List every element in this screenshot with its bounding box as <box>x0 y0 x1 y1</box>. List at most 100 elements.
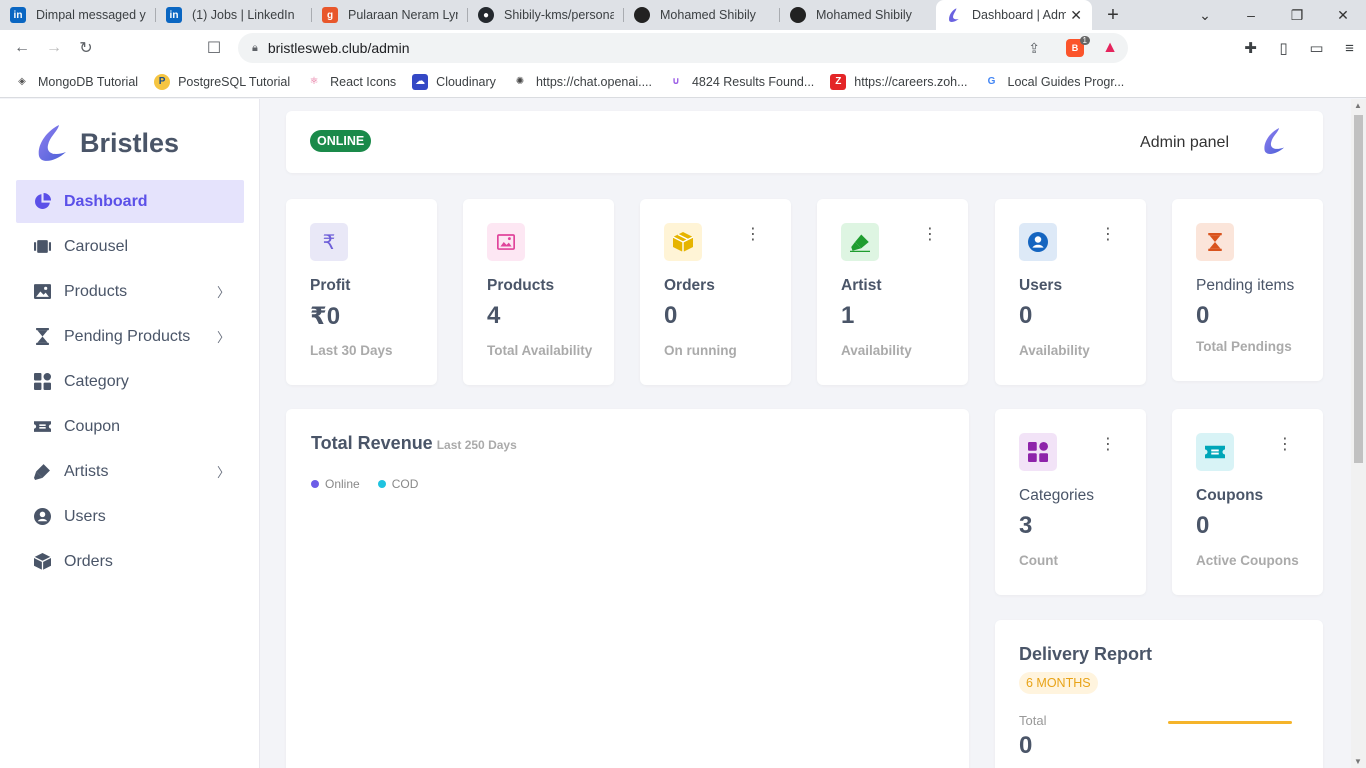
sidebar-item-artists[interactable]: Artists 〉 <box>16 450 244 493</box>
browser-tab[interactable]: in (1) Jobs | LinkedIn <box>156 0 312 30</box>
sidebar-item-pending-products[interactable]: Pending Products 〉 <box>16 315 244 358</box>
bookmark-item[interactable]: ⚛ React Icons <box>306 74 397 90</box>
bookmark-label: https://chat.openai.... <box>535 74 652 89</box>
stat-card-coupons: ⋮ Coupons 0 Active Coupons <box>1172 409 1323 595</box>
sidebar-item-label: Category <box>64 372 129 390</box>
total-revenue-card: Total Revenue Last 250 Days Online COD <box>286 409 969 768</box>
chevron-right-icon: 〉 <box>216 285 230 300</box>
image-icon <box>487 223 525 261</box>
stat-value: 0 <box>1196 302 1210 329</box>
sidebar-item-coupon[interactable]: Coupon <box>16 405 244 448</box>
brand-name: Bristles <box>80 127 180 158</box>
bookmark-item[interactable]: Z https://careers.zoh... <box>830 73 968 90</box>
stat-subtitle: Availability <box>1019 343 1090 358</box>
stat-title: Profit <box>310 277 351 294</box>
browser-tab[interactable]: Mohamed Shibily <box>780 0 936 30</box>
package-icon <box>664 223 702 261</box>
menu-icon[interactable]: ≡ <box>1333 40 1366 57</box>
user-circle-icon <box>33 508 51 526</box>
tab-title: (1) Jobs | LinkedIn <box>192 8 295 22</box>
bookmark-label: https://careers.zoh... <box>854 74 968 89</box>
legend-item-cod[interactable]: COD <box>377 477 418 491</box>
stat-card-artist: ⋮ Artist 1 Availability <box>817 199 968 385</box>
linkedin-icon: in <box>10 7 26 23</box>
stat-card-products: Products 4 Total Availability <box>463 199 614 385</box>
scroll-up-icon[interactable]: ▲ <box>1354 101 1362 110</box>
kebab-menu-icon[interactable]: ⋮ <box>922 227 938 243</box>
sidebar-item-dashboard[interactable]: Dashboard <box>16 180 244 223</box>
legend-item-online[interactable]: Online <box>311 477 360 491</box>
kebab-menu-icon[interactable]: ⋮ <box>745 227 761 243</box>
hourglass-icon <box>33 328 51 346</box>
top-header-card: ONLINE Admin panel <box>286 111 1323 173</box>
reload-icon[interactable]: ↻ <box>70 38 102 58</box>
bookmark-item[interactable]: ◈ MongoDB Tutorial <box>14 74 138 90</box>
wave-icon: ∪ <box>671 76 681 87</box>
sidebar-item-label: Artists <box>64 462 109 480</box>
minimize-button[interactable]: – <box>1228 7 1274 23</box>
stat-value: 1 <box>841 302 855 329</box>
sidebar-item-products[interactable]: Products 〉 <box>16 270 244 313</box>
bristles-logo[interactable] <box>1261 125 1287 157</box>
kebab-menu-icon[interactable]: ⋮ <box>1100 437 1116 453</box>
sidebar-item-label: Carousel <box>64 237 129 255</box>
bookmark-icon[interactable]: ☐ <box>198 38 230 58</box>
bookmark-item[interactable]: ∪ 4824 Results Found... <box>668 74 814 90</box>
share-icon[interactable]: ⇪ <box>1028 40 1040 57</box>
sidebar-item-carousel[interactable]: Carousel <box>16 225 244 268</box>
kebab-menu-icon[interactable]: ⋮ <box>1100 227 1116 243</box>
forward-arrow-icon[interactable]: → <box>38 39 70 57</box>
sidebar-toggle-icon[interactable]: ▯ <box>1267 39 1300 57</box>
bookmark-item[interactable]: ☁ Cloudinary <box>412 73 496 90</box>
chevron-right-icon: 〉 <box>216 330 230 345</box>
brave-rewards-icon[interactable]: ▲ <box>1102 39 1118 57</box>
wallet-icon[interactable]: ▭ <box>1300 39 1333 57</box>
close-window-button[interactable]: ✕ <box>1320 7 1366 24</box>
scrollbar-thumb[interactable] <box>1354 115 1363 463</box>
stat-title: Pending items <box>1196 277 1295 294</box>
address-bar[interactable]: 🔒︎ bristlesweb.club/admin ⇪ B 1 ▲ <box>238 33 1128 63</box>
browser-tab-active[interactable]: Dashboard | Admi ✕ <box>936 0 1092 30</box>
browser-tab[interactable]: g Pularaan Neram Lyrics <box>312 0 468 30</box>
bookmark-label: MongoDB Tutorial <box>38 74 139 89</box>
stat-value: ₹0 <box>310 303 341 330</box>
bookmark-label: 4824 Results Found... <box>691 74 815 89</box>
tab-title: Mohamed Shibily <box>816 8 912 22</box>
page-scrollbar[interactable]: ▲ ▼ <box>1351 99 1366 768</box>
tab-title: Mohamed Shibily <box>660 8 756 22</box>
bookmark-item[interactable]: P PostgreSQL Tutorial <box>154 73 290 90</box>
scroll-down-icon[interactable]: ▼ <box>1354 757 1362 766</box>
page-title: Admin panel <box>1140 134 1229 151</box>
bristles-logo <box>38 125 66 161</box>
cloudinary-icon: ☁ <box>412 73 429 90</box>
kebab-menu-icon[interactable]: ⋮ <box>1277 437 1293 453</box>
browser-toolbar: ← → ↻ ☐ 🔒︎ bristlesweb.club/admin ⇪ B 1 … <box>0 30 1366 66</box>
bookmarks-bar: ◈ MongoDB Tutorial P PostgreSQL Tutorial… <box>0 66 1366 98</box>
browser-tab[interactable]: ● Shibily-kms/personal- <box>468 0 624 30</box>
browser-tab[interactable]: Mohamed Shibily <box>624 0 780 30</box>
close-tab-icon[interactable]: ✕ <box>1070 7 1082 24</box>
avatar-icon <box>790 7 806 23</box>
maximize-button[interactable]: ❐ <box>1274 7 1320 24</box>
postgres-icon: P <box>154 73 171 90</box>
sidebar: Bristles Dashboard Carousel Products 〉 P… <box>0 99 260 768</box>
sidebar-item-label: Pending Products <box>64 327 191 345</box>
stat-subtitle: On running <box>664 343 737 358</box>
extensions-puzzle-icon[interactable]: ✚ <box>1234 39 1267 57</box>
chevron-down-icon[interactable]: ⌄ <box>1182 7 1228 24</box>
brand[interactable]: Bristles <box>34 123 179 163</box>
user-circle-icon <box>1019 223 1057 261</box>
stat-title: Users <box>1019 277 1063 294</box>
mongodb-icon: ◈ <box>18 76 26 87</box>
new-tab-button[interactable]: + <box>1098 4 1128 27</box>
browser-tab[interactable]: in Dimpal messaged you <box>0 0 156 30</box>
back-arrow-icon[interactable]: ← <box>6 39 38 57</box>
bookmark-item[interactable]: G Local Guides Progr... <box>984 74 1125 90</box>
sidebar-item-category[interactable]: Category <box>16 360 244 403</box>
stat-value: 4 <box>487 302 501 329</box>
bookmark-item[interactable]: ✺ https://chat.openai.... <box>512 74 652 90</box>
url-text[interactable]: bristlesweb.club/admin <box>268 40 410 56</box>
sidebar-item-orders[interactable]: Orders <box>16 540 244 583</box>
sidebar-item-users[interactable]: Users <box>16 495 244 538</box>
tab-title: Dashboard | Admi <box>972 8 1067 22</box>
